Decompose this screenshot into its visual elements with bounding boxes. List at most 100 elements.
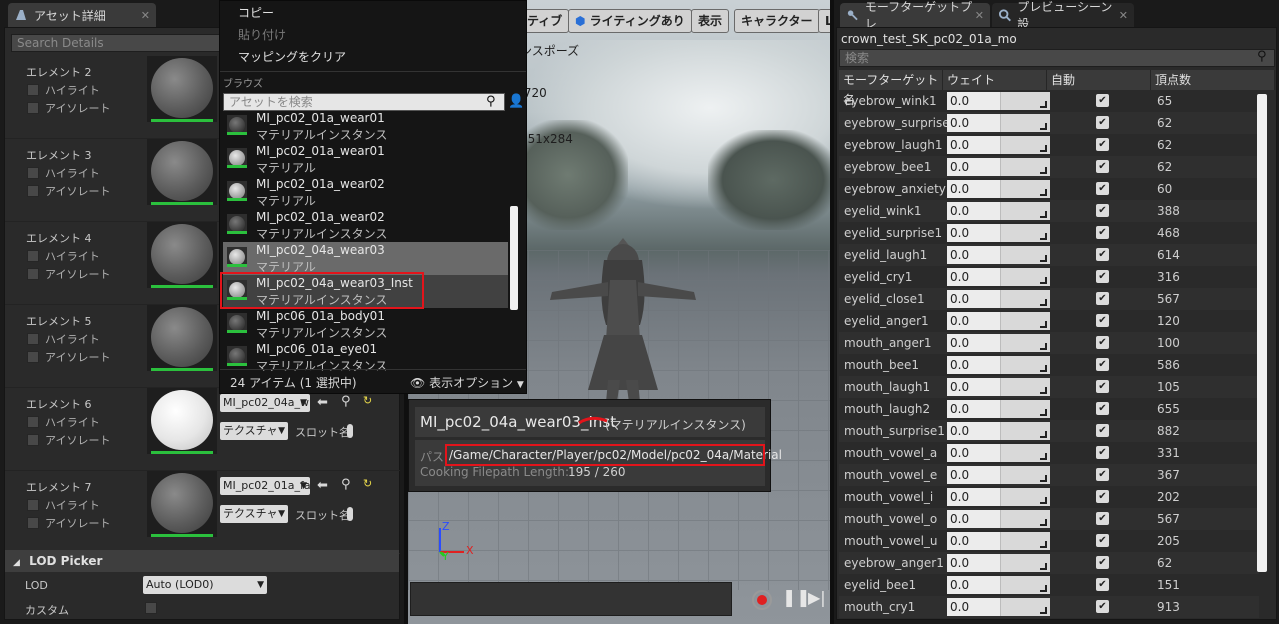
highlight-checkbox[interactable]: [27, 84, 39, 96]
step-forward-icon[interactable]: ▶|: [808, 588, 826, 607]
lod-select[interactable]: Auto (LOD0) ▼: [143, 576, 267, 594]
isolate-checkbox[interactable]: [27, 517, 39, 529]
menu-item-clear-mapping[interactable]: マッピングをクリア: [238, 48, 346, 65]
morph-weight-spinbox[interactable]: 0.0: [947, 180, 1050, 198]
asset-list-item[interactable]: MI_pc02_01a_wear01 マテリアル: [223, 143, 508, 176]
weight-slider-grip[interactable]: [1000, 488, 1050, 506]
asset-search-input[interactable]: アセットを検索: [223, 93, 505, 111]
morph-weight-spinbox[interactable]: 0.0: [947, 92, 1050, 110]
morph-search-input[interactable]: 検索: [839, 49, 1275, 67]
isolate-checkbox[interactable]: [27, 351, 39, 363]
weight-slider-grip[interactable]: [1000, 356, 1050, 374]
material-thumbnail[interactable]: [147, 388, 217, 454]
weight-slider-grip[interactable]: [1000, 268, 1050, 286]
reset-arrow-icon[interactable]: ↻: [363, 394, 372, 407]
slot-name-field[interactable]: [347, 507, 353, 521]
auto-checkbox[interactable]: ✔: [1096, 336, 1109, 349]
auto-checkbox[interactable]: ✔: [1096, 424, 1109, 437]
material-select[interactable]: MI_pc02_01a_fa ▼: [220, 477, 310, 495]
morph-weight-spinbox[interactable]: 0.0: [947, 312, 1050, 330]
isolate-checkbox[interactable]: [27, 185, 39, 197]
material-select[interactable]: MI_pc02_04a_w ▼: [220, 394, 310, 412]
material-thumbnail[interactable]: [147, 471, 217, 537]
highlight-option[interactable]: ハイライト: [27, 82, 100, 98]
isolate-checkbox[interactable]: [27, 102, 39, 114]
close-icon[interactable]: ✕: [1119, 9, 1128, 22]
auto-checkbox[interactable]: ✔: [1096, 314, 1109, 327]
close-icon[interactable]: ✕: [975, 9, 984, 22]
auto-checkbox[interactable]: ✔: [1096, 182, 1109, 195]
tab-morph-target-preview[interactable]: モーフターゲットプレ ✕: [840, 0, 990, 31]
custom-checkbox[interactable]: [145, 602, 157, 614]
weight-slider-grip[interactable]: [1000, 312, 1050, 330]
auto-checkbox[interactable]: ✔: [1096, 512, 1109, 525]
asset-list-scrollbar[interactable]: [510, 206, 518, 310]
material-thumbnail[interactable]: [147, 222, 217, 288]
user-icon[interactable]: 👤: [508, 94, 524, 110]
search-icon[interactable]: ⚲: [1257, 49, 1267, 64]
highlight-option[interactable]: ハイライト: [27, 414, 100, 430]
auto-checkbox[interactable]: ✔: [1096, 138, 1109, 151]
search-details-input[interactable]: Search Details: [11, 34, 221, 52]
weight-slider-grip[interactable]: [1000, 224, 1050, 242]
weight-slider-grip[interactable]: [1000, 400, 1050, 418]
morph-weight-spinbox[interactable]: 0.0: [947, 268, 1050, 286]
search-icon[interactable]: ⚲: [341, 477, 351, 492]
morph-weight-spinbox[interactable]: 0.0: [947, 510, 1050, 528]
weight-slider-grip[interactable]: [1000, 532, 1050, 550]
tab-asset-details[interactable]: アセット詳細 ✕: [8, 3, 156, 27]
morph-weight-spinbox[interactable]: 0.0: [947, 488, 1050, 506]
column-header-auto[interactable]: 自動: [1047, 70, 1151, 90]
highlight-option[interactable]: ハイライト: [27, 248, 100, 264]
weight-slider-grip[interactable]: [1000, 114, 1050, 132]
viewport-perspective-button[interactable]: ティブ: [520, 9, 570, 33]
collapse-arrow-icon[interactable]: ◢: [13, 558, 20, 568]
auto-checkbox[interactable]: ✔: [1096, 292, 1109, 305]
texture-select[interactable]: テクスチャ ▼: [220, 422, 288, 440]
morph-weight-spinbox[interactable]: 0.0: [947, 114, 1050, 132]
menu-item-paste[interactable]: 貼り付け: [238, 26, 286, 43]
lighting-button[interactable]: ⬢ ライティングあり: [568, 9, 692, 33]
auto-checkbox[interactable]: ✔: [1096, 358, 1109, 371]
show-button[interactable]: 表示: [691, 9, 730, 33]
asset-list-item[interactable]: MI_pc02_01a_wear02 マテリアル: [223, 176, 508, 209]
asset-list-item[interactable]: MI_pc06_01a_body01 マテリアルインスタンス: [223, 308, 508, 341]
isolate-option[interactable]: アイソレート: [27, 349, 110, 365]
weight-slider-grip[interactable]: [1000, 510, 1050, 528]
auto-checkbox[interactable]: ✔: [1096, 380, 1109, 393]
highlight-option[interactable]: ハイライト: [27, 497, 100, 513]
arrow-left-icon[interactable]: ⬅: [317, 478, 328, 493]
morph-weight-spinbox[interactable]: 0.0: [947, 576, 1050, 594]
close-icon[interactable]: ✕: [141, 9, 150, 22]
search-icon[interactable]: ⚲: [486, 94, 496, 109]
material-thumbnail[interactable]: [147, 56, 217, 122]
column-header-vertices[interactable]: 頂点数: [1151, 70, 1275, 90]
isolate-checkbox[interactable]: [27, 434, 39, 446]
character-button[interactable]: キャラクター: [734, 9, 820, 33]
view-options-button[interactable]: 👁 表示オプション ▼: [410, 374, 524, 391]
isolate-option[interactable]: アイソレート: [27, 100, 110, 116]
isolate-option[interactable]: アイソレート: [27, 432, 110, 448]
auto-checkbox[interactable]: ✔: [1096, 490, 1109, 503]
highlight-checkbox[interactable]: [27, 333, 39, 345]
weight-slider-grip[interactable]: [1000, 576, 1050, 594]
auto-checkbox[interactable]: ✔: [1096, 116, 1109, 129]
highlight-checkbox[interactable]: [27, 416, 39, 428]
isolate-checkbox[interactable]: [27, 268, 39, 280]
weight-slider-grip[interactable]: [1000, 422, 1050, 440]
auto-checkbox[interactable]: ✔: [1096, 534, 1109, 547]
morph-weight-spinbox[interactable]: 0.0: [947, 532, 1050, 550]
weight-slider-grip[interactable]: [1000, 444, 1050, 462]
morph-weight-spinbox[interactable]: 0.0: [947, 246, 1050, 264]
auto-checkbox[interactable]: ✔: [1096, 248, 1109, 261]
auto-checkbox[interactable]: ✔: [1096, 160, 1109, 173]
tab-preview-scene-settings[interactable]: プレビューシーン設 ✕: [992, 0, 1134, 31]
weight-slider-grip[interactable]: [1000, 466, 1050, 484]
slot-name-field[interactable]: [347, 424, 353, 438]
morph-weight-spinbox[interactable]: 0.0: [947, 136, 1050, 154]
morph-weight-spinbox[interactable]: 0.0: [947, 356, 1050, 374]
weight-slider-grip[interactable]: [1000, 92, 1050, 110]
auto-checkbox[interactable]: ✔: [1096, 446, 1109, 459]
weight-slider-grip[interactable]: [1000, 554, 1050, 572]
lod-picker-header[interactable]: ◢ LOD Picker: [5, 550, 399, 572]
